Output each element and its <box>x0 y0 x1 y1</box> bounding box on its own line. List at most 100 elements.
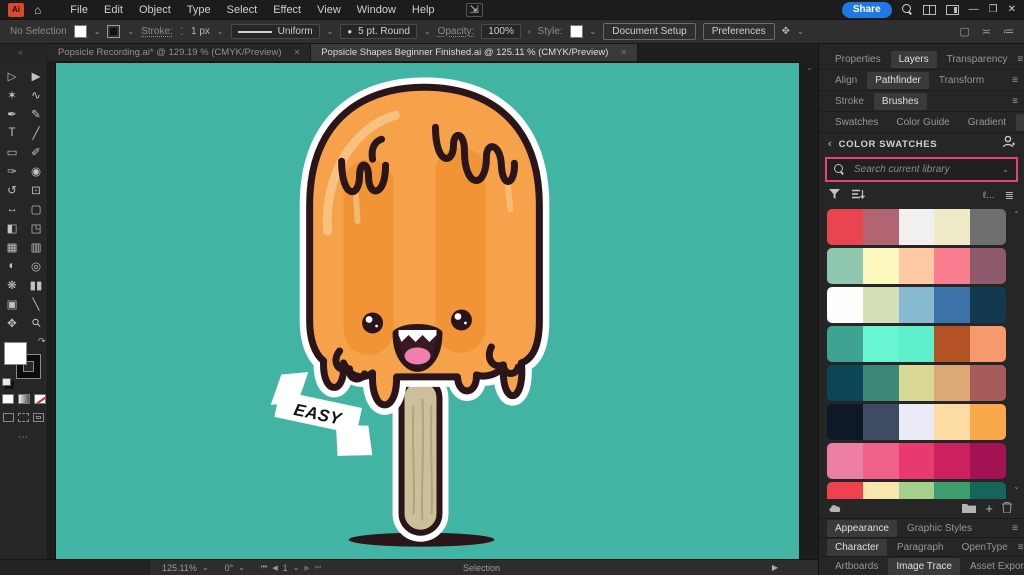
draw-inside-icon[interactable] <box>33 413 44 422</box>
color-swatch[interactable] <box>899 365 935 401</box>
tab-paragraph[interactable]: Paragraph <box>889 539 952 556</box>
workspace-panel-icon[interactable] <box>946 5 959 15</box>
library-search-box[interactable]: ⌄ <box>825 157 1018 182</box>
tool-rectangle[interactable]: ▭ <box>0 142 24 161</box>
brush-chevron-icon[interactable]: ⌄ <box>424 27 431 36</box>
color-swatch[interactable] <box>934 482 970 499</box>
new-group-folder-icon[interactable] <box>962 500 976 518</box>
color-swatch[interactable] <box>899 482 935 499</box>
arrange-documents-icon[interactable] <box>923 5 936 15</box>
menu-file[interactable]: File <box>63 2 95 18</box>
last-artboard-icon[interactable]: ⏭ <box>315 564 321 572</box>
color-swatch[interactable] <box>827 326 863 362</box>
color-swatch[interactable] <box>899 404 935 440</box>
tool-gradient[interactable]: ▥ <box>24 237 48 256</box>
tool-free-transform[interactable]: ▢ <box>24 199 48 218</box>
color-swatch[interactable] <box>899 209 935 245</box>
share-button[interactable]: Share <box>842 2 892 18</box>
add-swatch-icon[interactable]: + <box>985 504 993 514</box>
color-swatch[interactable] <box>863 443 899 479</box>
tab-properties[interactable]: Properties <box>827 51 889 68</box>
snap-chevron-icon[interactable]: ⌄ <box>797 27 804 36</box>
tool-pen[interactable]: ✒ <box>0 104 24 123</box>
tab-stroke[interactable]: Stroke <box>827 93 872 110</box>
stroke-weight-label[interactable]: Stroke: <box>141 26 173 37</box>
status-flyout-icon[interactable]: ▶ <box>772 563 778 572</box>
opacity-field[interactable]: 100% <box>481 24 521 39</box>
panel-menu-icon[interactable]: ≡ <box>1012 96 1018 107</box>
search-icon[interactable] <box>902 4 913 15</box>
tab-transparency[interactable]: Transparency <box>939 51 1016 68</box>
color-swatch[interactable] <box>970 443 1006 479</box>
color-swatch[interactable] <box>934 404 970 440</box>
fill-chevron-icon[interactable]: ⌄ <box>94 27 101 36</box>
minimize-button[interactable]: — <box>969 5 979 15</box>
tab-graphic-styles[interactable]: Graphic Styles <box>899 520 980 537</box>
width-profile-chevron-icon[interactable]: ⌄ <box>327 27 334 36</box>
tool-paintbrush[interactable]: ✐ <box>24 142 48 161</box>
back-icon[interactable]: ‹ <box>828 138 832 150</box>
color-swatch[interactable] <box>827 248 863 284</box>
swap-fill-stroke-icon[interactable]: ↷ <box>38 336 46 347</box>
menu-type[interactable]: Type <box>180 2 218 18</box>
tab-align[interactable]: Align <box>827 72 865 89</box>
tab-image-trace[interactable]: Image Trace <box>888 558 960 575</box>
tab-libraries[interactable]: Libraries <box>1016 114 1024 131</box>
tool-mesh[interactable]: ▦ <box>0 237 24 256</box>
stroke-swatch[interactable] <box>107 25 120 38</box>
panel-menu-icon[interactable]: ≡ <box>1012 523 1018 534</box>
color-swatch[interactable] <box>970 365 1006 401</box>
style-chevron-icon[interactable]: ⌄ <box>590 27 597 36</box>
color-swatch[interactable] <box>863 365 899 401</box>
document-tab-active[interactable]: Popsicle Shapes Beginner Finished.ai @ 1… <box>311 44 638 61</box>
tab-pathfinder[interactable]: Pathfinder <box>867 72 929 89</box>
menu-select[interactable]: Select <box>220 2 265 18</box>
opacity-flyout-icon[interactable]: › <box>528 27 531 36</box>
color-swatch[interactable] <box>899 326 935 362</box>
fill-swatch[interactable] <box>74 25 87 38</box>
tool-lasso[interactable]: ∿ <box>24 85 48 104</box>
fill-indicator[interactable] <box>4 342 27 365</box>
tab-color-guide[interactable]: Color Guide <box>888 114 957 131</box>
tab-swatches[interactable]: Swatches <box>827 114 886 131</box>
tab-appearance[interactable]: Appearance <box>827 520 897 537</box>
rotation-dropdown[interactable]: 0°⌄ <box>221 563 249 573</box>
color-swatch[interactable] <box>934 209 970 245</box>
tool-direct-selection[interactable]: ▶ <box>24 66 48 85</box>
color-swatch[interactable] <box>970 404 1006 440</box>
edit-toolbar-icon[interactable]: ⋯ <box>0 432 47 443</box>
dock-grid-icon[interactable]: ▢ <box>959 25 969 38</box>
illustrator-logo-icon[interactable]: Ai <box>8 3 24 17</box>
tool-symbol-sprayer[interactable]: ❋ <box>0 275 24 294</box>
color-swatch[interactable] <box>827 443 863 479</box>
tool-width-tool[interactable]: ↔ <box>0 199 24 218</box>
color-swatch[interactable] <box>827 287 863 323</box>
artboard-number[interactable]: 1 <box>283 563 288 573</box>
tool-shaper[interactable]: ✑ <box>0 161 24 180</box>
stroke-weight-value[interactable]: 1 px <box>191 26 210 37</box>
color-swatch[interactable] <box>970 209 1006 245</box>
color-swatch[interactable] <box>827 404 863 440</box>
panel-menu-icon[interactable]: ≡ <box>1018 542 1024 553</box>
color-swatch[interactable] <box>863 248 899 284</box>
restore-button[interactable]: ❐ <box>989 5 998 15</box>
brush-dropdown[interactable]: ●5 pt. Round <box>340 24 417 39</box>
color-swatch[interactable] <box>934 365 970 401</box>
home-icon[interactable]: ⌂ <box>34 4 41 16</box>
rotation-chevron-icon[interactable]: ⌄ <box>238 563 245 572</box>
snap-options-icon[interactable]: ✥ <box>782 26 790 37</box>
workspace-switcher-icon[interactable]: ⇲ <box>466 3 483 17</box>
tab-transform[interactable]: Transform <box>931 72 992 89</box>
next-artboard-icon[interactable]: ▶ <box>304 564 309 572</box>
color-swatch[interactable] <box>827 365 863 401</box>
swatch-scroll-up-icon[interactable]: ⌃ <box>1013 210 1020 219</box>
fill-stroke-indicator[interactable]: ↷ <box>4 340 44 382</box>
artboard[interactable]: EASY <box>56 63 799 559</box>
draw-normal-icon[interactable] <box>3 413 14 422</box>
tool-scale[interactable]: ⊡ <box>24 180 48 199</box>
close-tab-icon[interactable]: ✕ <box>294 48 301 57</box>
color-swatch[interactable] <box>827 209 863 245</box>
document-setup-button[interactable]: Document Setup <box>603 23 696 40</box>
tab-artboards[interactable]: Artboards <box>827 558 886 575</box>
filter-icon[interactable] <box>829 186 840 204</box>
